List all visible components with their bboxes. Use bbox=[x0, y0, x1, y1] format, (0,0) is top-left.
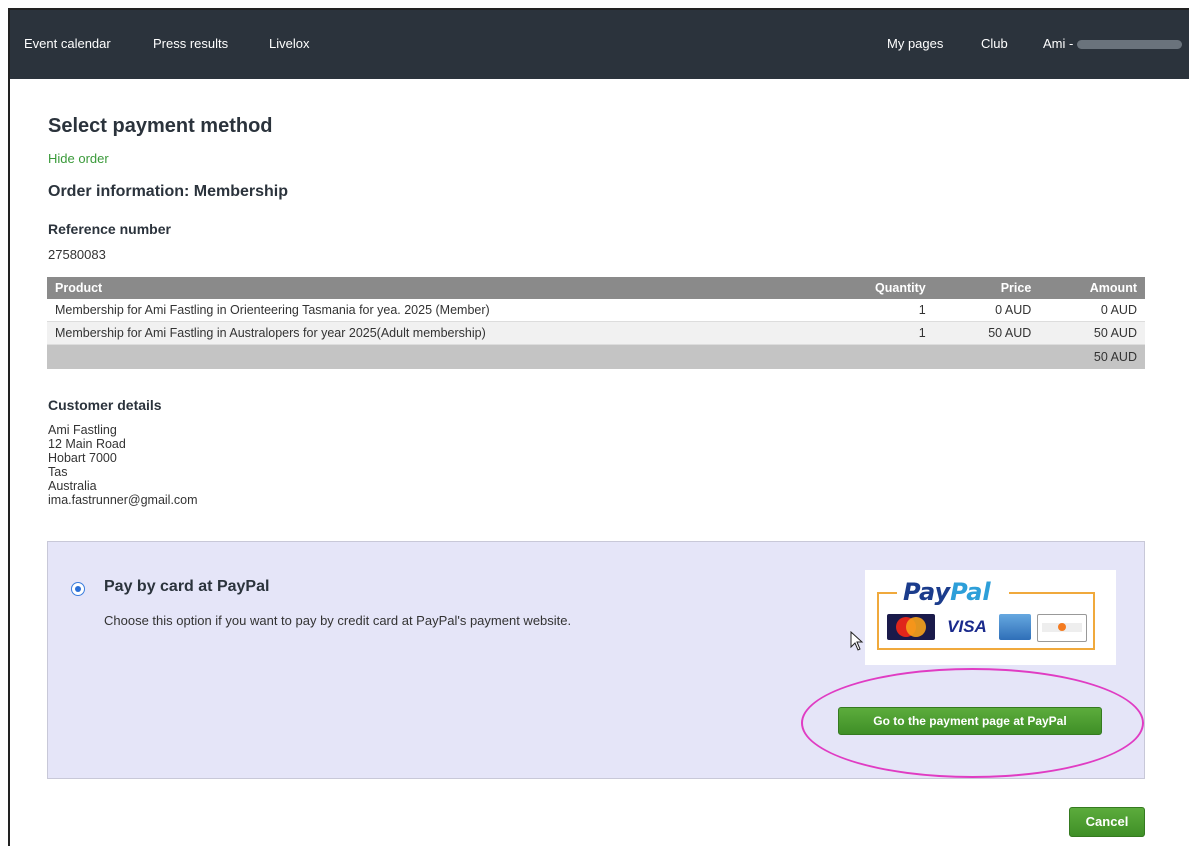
paypal-logo: PayPal VISA bbox=[865, 570, 1116, 665]
visa-icon: VISA bbox=[941, 614, 993, 640]
total-amount-cell: 50 AUD bbox=[1039, 344, 1145, 369]
customer-country: Australia bbox=[48, 479, 97, 493]
order-information-heading: Order information: Membership bbox=[48, 183, 289, 200]
column-header-product: Product bbox=[47, 277, 838, 299]
customer-street: 12 Main Road bbox=[48, 437, 126, 451]
user-name: Ami - bbox=[1043, 36, 1074, 51]
product-cell: Membership for Ami Fastling in Australop… bbox=[47, 321, 838, 345]
discover-icon bbox=[1037, 614, 1087, 642]
nav-press-results[interactable]: Press results bbox=[153, 36, 228, 51]
price-cell: 50 AUD bbox=[933, 321, 1040, 345]
logo-frame-top-left bbox=[877, 592, 897, 594]
mastercard-circles-icon bbox=[896, 617, 926, 637]
hide-order-link[interactable]: Hide order bbox=[48, 151, 109, 166]
discover-mark-icon bbox=[1042, 623, 1082, 632]
paypal-radio-button[interactable] bbox=[71, 582, 85, 596]
nav-user-menu[interactable]: Ami - bbox=[1043, 36, 1183, 51]
nav-event-calendar[interactable]: Event calendar bbox=[24, 36, 111, 51]
quantity-cell: 1 bbox=[837, 299, 934, 322]
mastercard-icon bbox=[887, 614, 935, 640]
table-row: Membership for Ami Fastling in Australop… bbox=[47, 321, 1145, 345]
browser-frame: Event calendar Press results Livelox My … bbox=[8, 8, 1189, 846]
order-table: Product Quantity Price Amount Membership… bbox=[47, 277, 1145, 369]
customer-state: Tas bbox=[48, 465, 68, 479]
top-navigation-bar: Event calendar Press results Livelox My … bbox=[10, 10, 1189, 79]
paypal-wordmark: PayPal bbox=[903, 578, 991, 606]
customer-city: Hobart 7000 bbox=[48, 451, 117, 465]
nav-my-pages[interactable]: My pages bbox=[887, 36, 943, 51]
redacted-user-detail bbox=[1077, 40, 1183, 50]
payment-option-description: Choose this option if you want to pay by… bbox=[104, 613, 572, 628]
quantity-cell: 1 bbox=[837, 321, 934, 345]
customer-details-block: Ami Fastling 12 Main Road Hobart 7000 Ta… bbox=[48, 423, 198, 507]
cancel-button[interactable]: Cancel bbox=[1069, 807, 1145, 837]
column-header-price: Price bbox=[933, 277, 1040, 299]
customer-email: ima.fastrunner@gmail.com bbox=[48, 493, 198, 507]
customer-details-heading: Customer details bbox=[48, 397, 162, 413]
total-row: 50 AUD bbox=[47, 344, 1145, 369]
total-empty-cell bbox=[933, 344, 1040, 369]
reference-number-value: 27580083 bbox=[48, 247, 106, 262]
mouse-cursor-icon bbox=[850, 631, 864, 651]
paypal-wordmark-pal: Pal bbox=[950, 578, 991, 606]
paypal-wordmark-pay: Pay bbox=[903, 578, 951, 606]
amex-icon bbox=[999, 614, 1031, 640]
payment-option-title: Pay by card at PayPal bbox=[104, 578, 270, 595]
price-cell: 0 AUD bbox=[933, 299, 1040, 322]
visa-text: VISA bbox=[947, 617, 987, 636]
page-title: Select payment method bbox=[48, 115, 273, 137]
product-cell: Membership for Ami Fastling in Orienteer… bbox=[47, 299, 838, 322]
total-empty-cell bbox=[837, 344, 934, 369]
reference-number-label: Reference number bbox=[48, 221, 171, 237]
amount-cell: 0 AUD bbox=[1039, 299, 1145, 322]
customer-name: Ami Fastling bbox=[48, 423, 117, 437]
nav-club[interactable]: Club bbox=[981, 36, 1008, 51]
table-row: Membership for Ami Fastling in Orienteer… bbox=[47, 299, 1145, 322]
column-header-quantity: Quantity bbox=[837, 277, 934, 299]
payment-option-panel: Pay by card at PayPal Choose this option… bbox=[47, 541, 1145, 779]
highlight-ellipse bbox=[801, 668, 1144, 778]
column-header-amount: Amount bbox=[1039, 277, 1145, 299]
amount-cell: 50 AUD bbox=[1039, 321, 1145, 345]
nav-livelox[interactable]: Livelox bbox=[269, 36, 309, 51]
table-header-row: Product Quantity Price Amount bbox=[47, 277, 1145, 299]
total-empty-cell bbox=[47, 344, 838, 369]
logo-frame-top-right bbox=[1009, 592, 1093, 594]
